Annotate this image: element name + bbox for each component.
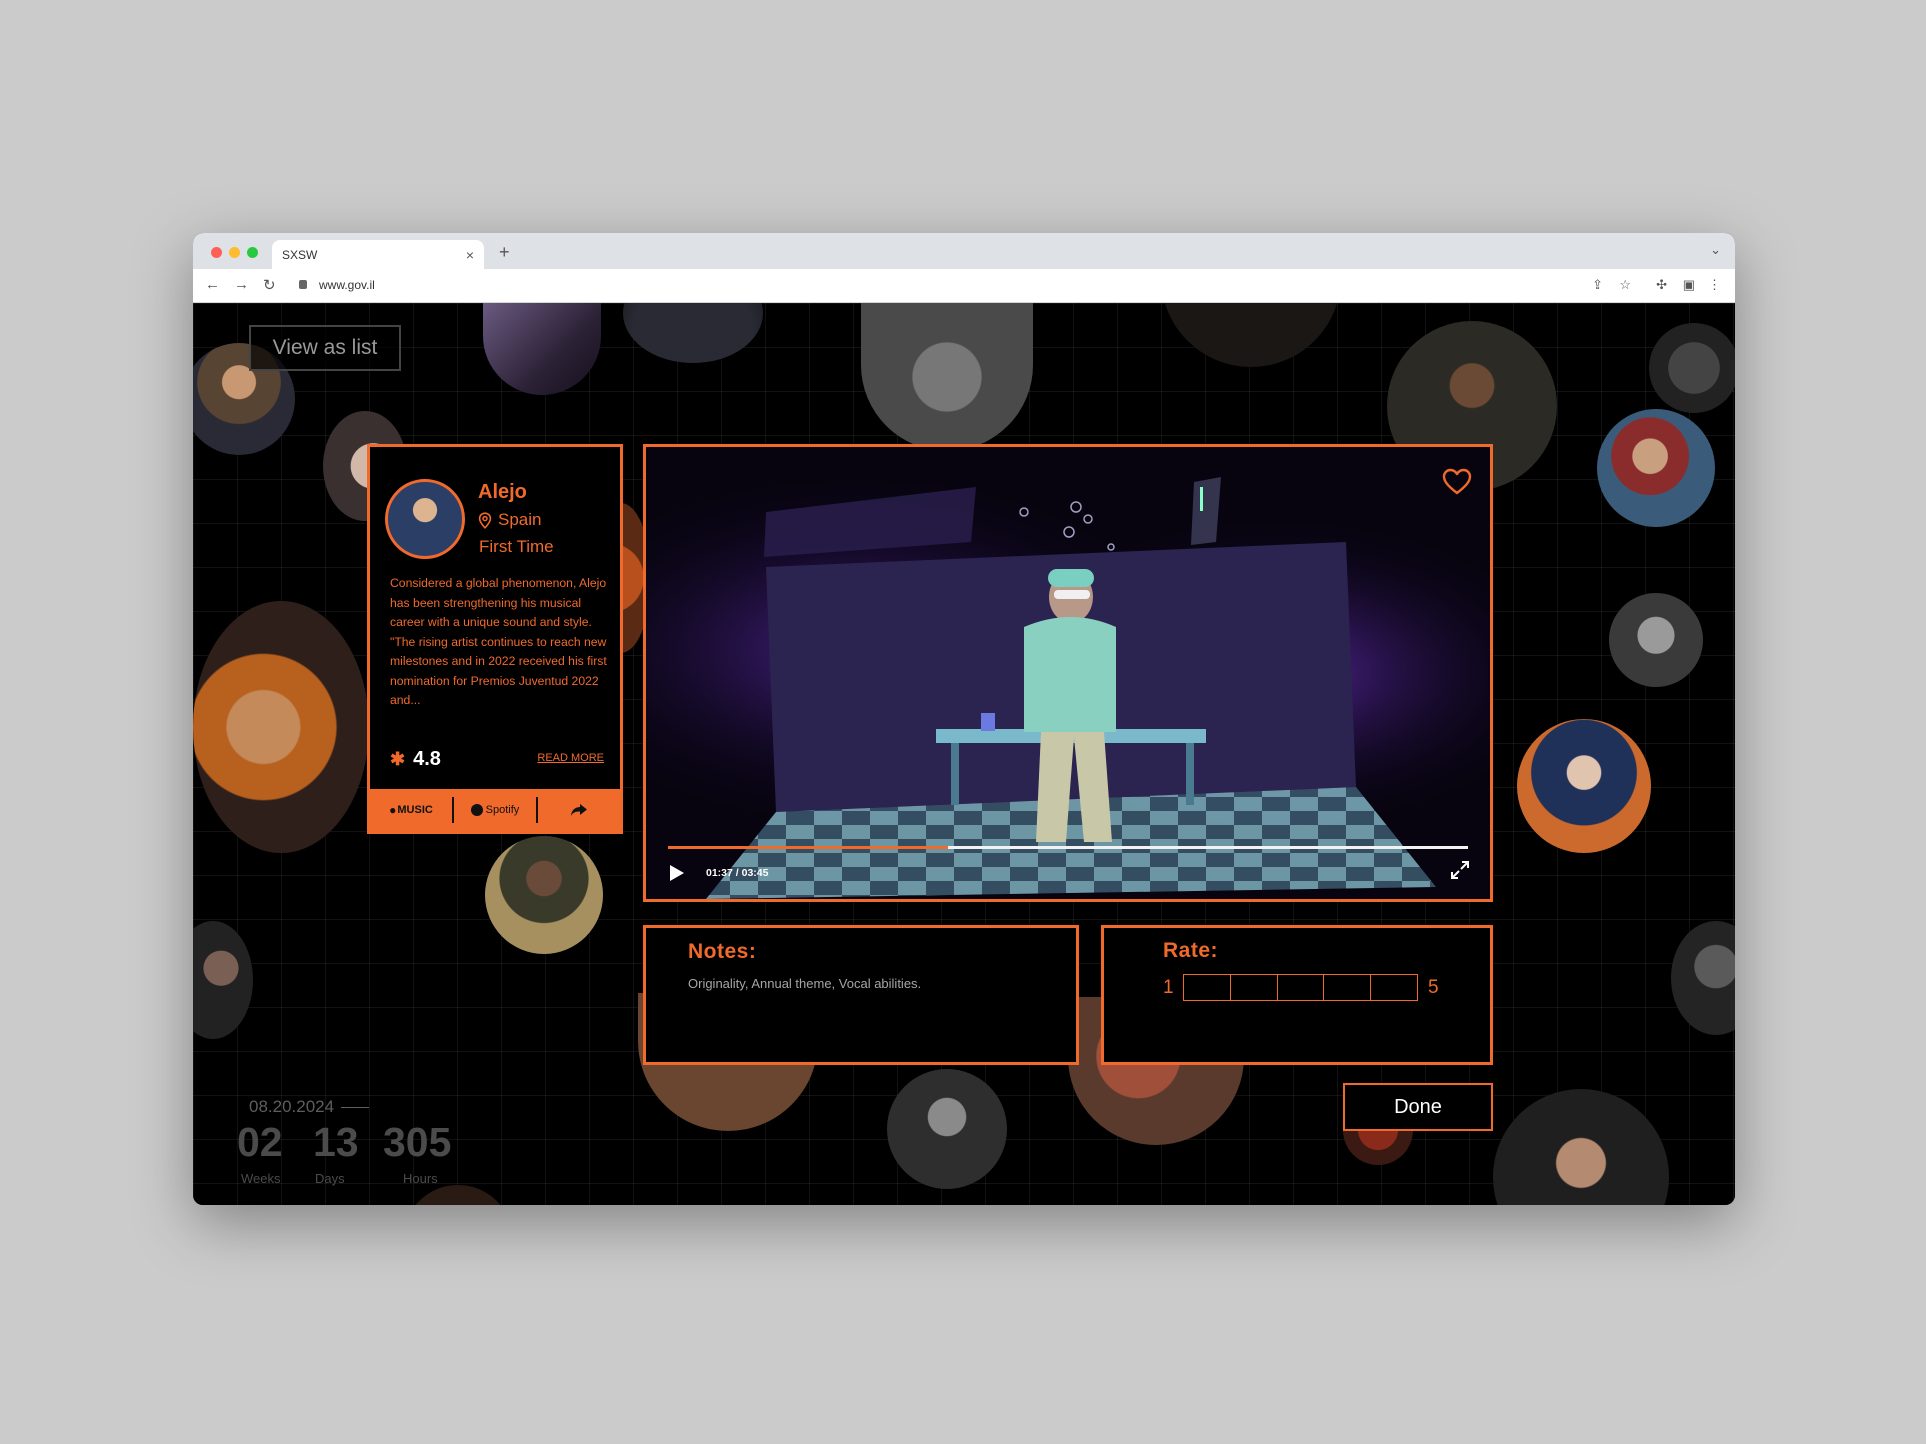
page-content: View as list Alejo Spain First Time Cons… [193,303,1735,1205]
artist-bubble[interactable] [887,1069,1007,1189]
apple-logo-icon: ● [389,803,397,817]
browser-window: SXSW × + ⌄ ← → ↻ www.gov.il ⇪ ☆ ✣ ▣ ⋮ Vi… [193,233,1735,1205]
artist-bubble[interactable] [485,836,603,954]
fullscreen-icon[interactable] [1450,860,1470,880]
rating-value: 4.8 [413,748,441,770]
spotify-label: Spotify [485,804,520,816]
countdown-days: 13 [313,1119,359,1165]
artist-country: Spain [478,510,541,530]
rate-title: Rate: [1163,939,1219,962]
favorite-heart-icon[interactable] [1442,467,1472,497]
artist-bubble[interactable] [1649,323,1735,413]
back-arrow-icon[interactable]: ← [205,276,220,293]
side-panel-icon[interactable]: ▣ [1683,277,1695,293]
new-tab-button[interactable]: + [499,242,510,263]
rate-min-label: 1 [1163,977,1174,998]
close-window-button[interactable] [211,247,222,258]
read-more-link[interactable]: READ MORE [537,752,604,764]
artist-bubble[interactable] [403,1185,513,1205]
location-pin-icon [478,511,492,529]
rate-option[interactable] [1324,975,1372,1000]
artist-bubble[interactable] [1671,921,1735,1035]
rate-max-label: 5 [1428,977,1439,998]
minimize-window-button[interactable] [229,247,240,258]
apple-music-link[interactable]: ● MUSIC [370,803,452,817]
artist-bio: Considered a global phenomenon, Alejo ha… [390,576,607,707]
rate-option[interactable] [1278,975,1325,1000]
artist-avatar [385,479,465,559]
rating-star-icon: ✱ [390,749,406,769]
share-button[interactable] [538,803,620,817]
countdown-weeks: 02 [237,1119,283,1165]
artist-name: Alejo [478,481,527,503]
view-as-list-button[interactable]: View as list [249,325,401,371]
artist-links-bar: ● MUSIC Spotify [370,789,620,831]
artist-bubble[interactable] [623,303,763,363]
video-player[interactable]: 01:37 / 03:45 [643,444,1493,902]
tab-title: SXSW [282,247,318,262]
artist-bubble[interactable] [1597,409,1715,527]
share-icon[interactable]: ⇪ [1592,277,1603,293]
rate-panel: Rate: 1 5 [1101,925,1493,1065]
video-frame-image [646,447,1490,899]
rate-scale[interactable] [1183,974,1418,1001]
artist-bubble[interactable] [861,303,1033,451]
reload-icon[interactable]: ↻ [263,276,276,294]
artist-bubble[interactable] [1517,719,1651,853]
countdown-hours: 305 [383,1119,452,1165]
rate-option[interactable] [1184,975,1231,1000]
tab-bar: SXSW × + ⌄ [193,233,1735,269]
done-button[interactable]: Done [1343,1083,1493,1131]
countdown-hours-label: Hours [403,1171,438,1186]
notes-title: Notes: [688,940,757,963]
artist-bubble[interactable] [1609,593,1703,687]
countdown-days-label: Days [315,1171,345,1186]
artist-country-label: Spain [498,510,542,529]
lock-icon [299,280,307,289]
address-bar: ← → ↻ www.gov.il ⇪ ☆ ✣ ▣ ⋮ [193,269,1735,303]
rate-option[interactable] [1371,975,1417,1000]
notes-text[interactable]: Originality, Annual theme, Vocal abiliti… [688,976,921,991]
spotify-logo-icon [470,804,483,816]
window-controls [211,247,258,258]
apple-music-label: MUSIC [397,804,433,816]
maximize-window-button[interactable] [247,247,258,258]
artist-bubble[interactable] [193,921,253,1039]
share-arrow-icon [571,804,587,816]
countdown-date: 08.20.2024 [249,1097,335,1116]
bookmark-star-icon[interactable]: ☆ [1619,277,1631,293]
video-progress-fill [668,846,948,849]
artist-status: First Time [479,537,554,556]
artist-bubble[interactable] [1493,1089,1669,1205]
spotify-link[interactable]: Spotify [454,804,536,816]
forward-arrow-icon[interactable]: → [234,276,249,293]
extensions-icon[interactable]: ✣ [1656,277,1667,293]
play-icon[interactable] [666,863,686,883]
artist-card: Alejo Spain First Time Considered a glob… [367,444,623,834]
artist-bubble[interactable] [193,601,369,853]
video-progress-bar[interactable] [668,846,1468,849]
browser-menu-icon[interactable]: ⋮ [1708,277,1721,293]
countdown-weeks-label: Weeks [241,1171,281,1186]
notes-panel[interactable]: Notes: Originality, Annual theme, Vocal … [643,925,1079,1065]
tab-close-icon[interactable]: × [466,247,474,263]
url-field[interactable]: www.gov.il [319,278,375,292]
video-time: 01:37 / 03:45 [706,867,769,879]
artist-rating: ✱ 4.8 [390,748,441,771]
countdown-divider [341,1107,369,1108]
browser-tab[interactable]: SXSW × [272,240,484,269]
artist-bubble[interactable] [483,303,601,395]
rate-option[interactable] [1231,975,1278,1000]
tab-search-chevron-icon[interactable]: ⌄ [1710,242,1721,258]
artist-bubble[interactable] [1161,303,1341,367]
